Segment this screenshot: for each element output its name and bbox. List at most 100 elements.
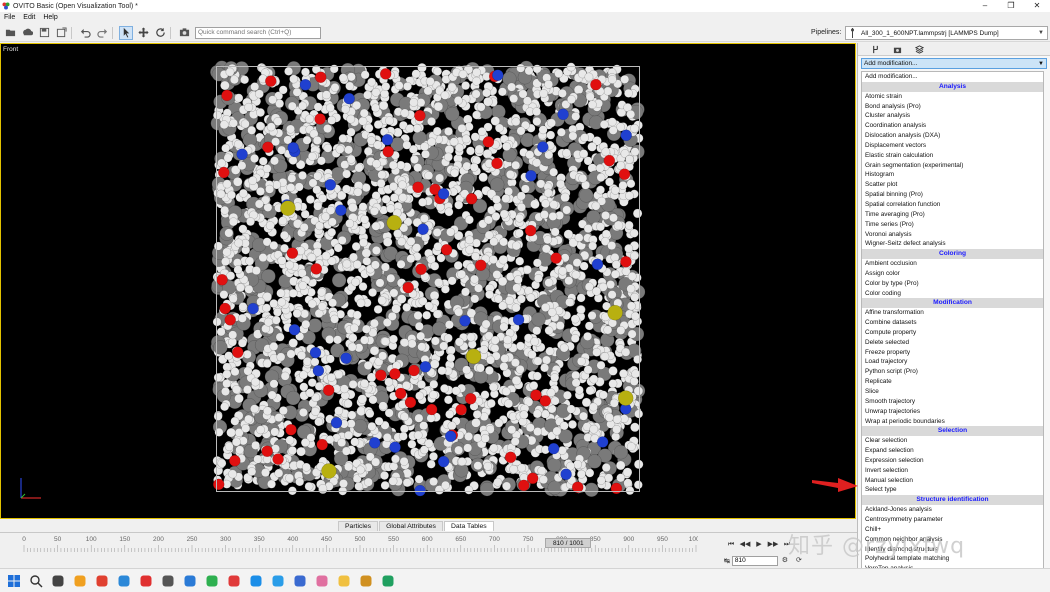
modifier-time-averaging-pro[interactable]: Time averaging (Pro) xyxy=(862,210,1043,220)
previous-frame-icon[interactable]: ◀◀ xyxy=(738,539,752,550)
modifier-time-series-pro[interactable]: Time series (Pro) xyxy=(862,220,1043,230)
load-remote-icon[interactable] xyxy=(20,26,34,40)
next-frame-icon[interactable]: ▶▶ xyxy=(766,539,780,550)
modifier-expand-selection[interactable]: Expand selection xyxy=(862,446,1043,456)
modifier-color-by-type-pro[interactable]: Color by type (Pro) xyxy=(862,279,1043,289)
tab-particles[interactable]: Particles xyxy=(338,521,379,531)
modifier-coordination-analysis[interactable]: Coordination analysis xyxy=(862,121,1043,131)
modification-list[interactable]: Add modification... Analysis Atomic strain… xyxy=(861,71,1044,592)
modifier-centrosymmetry-parameter[interactable]: Centrosymmetry parameter xyxy=(862,515,1043,525)
close-button[interactable]: ✕ xyxy=(1024,0,1050,12)
timeline-tick-label: 850 xyxy=(590,536,601,543)
modifier-bond-analysis-pro[interactable]: Bond analysis (Pro) xyxy=(862,102,1043,112)
search-icon[interactable] xyxy=(28,573,44,589)
shop-icon[interactable] xyxy=(358,573,374,589)
modifier-color-coding[interactable]: Color coding xyxy=(862,289,1043,299)
modifier-manual-selection[interactable]: Manual selection xyxy=(862,476,1043,486)
modifier-replicate[interactable]: Replicate xyxy=(862,377,1043,387)
en-icon[interactable] xyxy=(160,573,176,589)
windows-start-icon[interactable] xyxy=(6,573,22,589)
chrome-icon[interactable] xyxy=(94,573,110,589)
video-app-icon[interactable] xyxy=(248,573,264,589)
modifier-freeze-property[interactable]: Freeze property xyxy=(862,348,1043,358)
pan-mode-icon[interactable] xyxy=(136,26,150,40)
menu-file[interactable]: File xyxy=(0,14,19,21)
overlay-tab[interactable] xyxy=(908,43,930,55)
save-as-icon[interactable] xyxy=(54,26,68,40)
modifier-slice[interactable]: Slice xyxy=(862,387,1043,397)
animation-timeline[interactable]: 0 50 100 150 200 250 300 350 400 450 500 550 600 650 7… xyxy=(0,532,720,568)
modifier-cluster-analysis[interactable]: Cluster analysis xyxy=(862,111,1043,121)
menu-help[interactable]: Help xyxy=(39,14,61,21)
modifier-ambient-occlusion[interactable]: Ambient occlusion xyxy=(862,259,1043,269)
modifier-dislocation-analysis-dxa[interactable]: Dislocation analysis (DXA) xyxy=(862,131,1043,141)
timeline-tick-label: 700 xyxy=(489,536,500,543)
timeline-tick-label: 950 xyxy=(657,536,668,543)
tab-global-attributes[interactable]: Global Attributes xyxy=(379,521,443,531)
viewport-caption[interactable]: Front xyxy=(3,46,18,53)
modifier-clear-selection[interactable]: Clear selection xyxy=(862,436,1043,446)
viewport-front[interactable]: Front xyxy=(0,43,856,519)
maximize-button[interactable]: ❐ xyxy=(998,0,1024,12)
modifier-add-modification[interactable]: Add modification... xyxy=(862,72,1043,82)
toolbar: Pipelines: All_300_1_600NPT.lammpstrj [L… xyxy=(0,24,1050,42)
render-tab[interactable] xyxy=(886,43,908,55)
wechat-icon[interactable] xyxy=(204,573,220,589)
pipeline-tab[interactable] xyxy=(864,43,886,55)
green-app-icon[interactable] xyxy=(380,573,396,589)
ovito-icon[interactable] xyxy=(138,573,154,589)
task-view-icon[interactable] xyxy=(50,573,66,589)
modifier-affine-transformation[interactable]: Affine transformation xyxy=(862,308,1043,318)
paper-plane-icon[interactable] xyxy=(270,573,286,589)
modifier-select-type[interactable]: Select type xyxy=(862,485,1043,495)
redo-icon[interactable] xyxy=(95,26,109,40)
modifier-python-script-pro[interactable]: Python script (Pro) xyxy=(862,367,1043,377)
modifier-load-trajectory[interactable]: Load trajectory xyxy=(862,357,1043,367)
time-slider-handle[interactable]: 810 / 1001 xyxy=(545,538,592,548)
modifier-smooth-trajectory[interactable]: Smooth trajectory xyxy=(862,397,1043,407)
modifier-wigner-seitz-defect-analysis[interactable]: Wigner-Seitz defect analysis xyxy=(862,239,1043,249)
modifier-displacement-vectors[interactable]: Displacement vectors xyxy=(862,141,1043,151)
blue-circle-icon[interactable] xyxy=(292,573,308,589)
undo-icon[interactable] xyxy=(78,26,92,40)
modifier-expression-selection[interactable]: Expression selection xyxy=(862,456,1043,466)
modifier-compute-property[interactable]: Compute property xyxy=(862,328,1043,338)
open-file-icon[interactable] xyxy=(3,26,17,40)
modifier-combine-datasets[interactable]: Combine datasets xyxy=(862,318,1043,328)
add-modification-dropdown[interactable]: Add modification... ▼ xyxy=(861,58,1047,69)
modifier-voronoi-analysis[interactable]: Voronoi analysis xyxy=(862,230,1043,240)
play-icon[interactable]: ▶ xyxy=(752,539,766,550)
render-icon[interactable] xyxy=(177,26,191,40)
current-frame-input[interactable] xyxy=(731,555,778,566)
modifier-unwrap-trajectories[interactable]: Unwrap trajectories xyxy=(862,407,1043,417)
orbit-mode-icon[interactable] xyxy=(153,26,167,40)
modifier-atomic-strain[interactable]: Atomic strain xyxy=(862,92,1043,102)
menu-edit[interactable]: Edit xyxy=(19,14,39,21)
modifier-grain-segmentation-experimental[interactable]: Grain segmentation (experimental) xyxy=(862,161,1043,171)
selection-mode-icon[interactable] xyxy=(119,25,133,40)
vscode-icon[interactable] xyxy=(182,573,198,589)
tab-data-tables[interactable]: Data Tables xyxy=(443,521,494,531)
modifier-spatial-correlation-function[interactable]: Spatial correlation function xyxy=(862,200,1043,210)
modifier-ackland-jones-analysis[interactable]: Ackland-Jones analysis xyxy=(862,505,1043,515)
modifier-delete-selected[interactable]: Delete selected xyxy=(862,338,1043,348)
folder-icon[interactable] xyxy=(336,573,352,589)
pink-app-icon[interactable] xyxy=(314,573,330,589)
data-inspector-tabs: Particles Global Attributes Data Tables xyxy=(338,519,495,531)
modifier-spatial-binning-pro[interactable]: Spatial binning (Pro) xyxy=(862,190,1043,200)
modifier-scatter-plot[interactable]: Scatter plot xyxy=(862,180,1043,190)
modifier-wrap-at-periodic-boundaries[interactable]: Wrap at periodic boundaries xyxy=(862,417,1043,427)
modifier-assign-color[interactable]: Assign color xyxy=(862,269,1043,279)
quick-command-search-input[interactable] xyxy=(195,26,321,39)
magnifier-app-icon[interactable] xyxy=(72,573,88,589)
modifier-invert-selection[interactable]: Invert selection xyxy=(862,466,1043,476)
pipeline-selector[interactable]: All_300_1_600NPT.lammpstrj [LAMMPS Dump]… xyxy=(845,26,1048,40)
modifier-histogram[interactable]: Histogram xyxy=(862,170,1043,180)
wps-icon[interactable] xyxy=(226,573,242,589)
save-session-icon[interactable] xyxy=(37,26,51,40)
category-analysis: Analysis xyxy=(862,81,1043,92)
office-icon[interactable] xyxy=(116,573,132,589)
jump-to-start-icon[interactable]: ⏮ xyxy=(724,539,738,550)
modifier-elastic-strain-calculation[interactable]: Elastic strain calculation xyxy=(862,151,1043,161)
minimize-button[interactable]: – xyxy=(972,0,998,12)
